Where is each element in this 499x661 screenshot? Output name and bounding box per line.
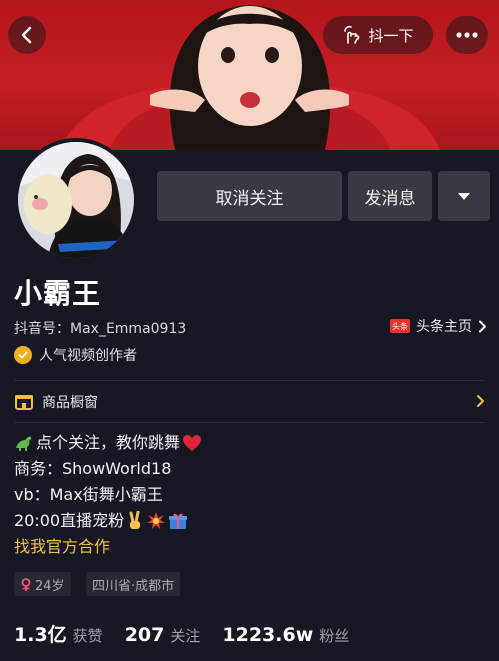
age-label: 24岁 — [35, 578, 65, 594]
shop-window-icon — [15, 395, 33, 410]
product-showcase-link[interactable]: 商品橱窗 — [14, 386, 485, 418]
bio-line: vb：Max街舞小霸王 — [14, 485, 163, 504]
bio-line: 商务：ShowWorld18 — [14, 459, 172, 478]
chevron-right-icon — [479, 320, 486, 332]
age-tag: 24岁 — [14, 572, 71, 596]
followers-count[interactable]: 1223.6w — [222, 624, 313, 646]
likes-label: 获赞 — [72, 627, 103, 645]
likes-count: 1.3亿 — [14, 624, 67, 646]
toutiao-logo-icon: 头条 — [390, 319, 410, 333]
certification-label: 人气视频创作者 — [39, 348, 137, 364]
red-heart-emoji-icon — [183, 435, 202, 451]
gift-emoji-icon — [169, 513, 188, 529]
following-count[interactable]: 207 — [125, 624, 165, 646]
toutiao-label: 头条主页 — [416, 319, 472, 335]
divider — [14, 380, 485, 381]
recommend-dropdown-button[interactable] — [438, 171, 490, 221]
more-button[interactable] — [446, 16, 488, 54]
female-icon — [21, 577, 31, 591]
bio: 点个关注，教你跳舞 商务：ShowWorld18 vb：Max街舞小霸王 20:… — [14, 430, 202, 560]
victory-hand-emoji-icon — [129, 511, 141, 529]
shake-button[interactable]: 抖一下 — [323, 16, 433, 54]
douyin-id: 抖音号：Max_Emma0913 — [14, 321, 187, 337]
avatar-image — [18, 142, 134, 258]
dinosaur-emoji-icon — [16, 436, 32, 451]
unfollow-button[interactable]: 取消关注 — [157, 171, 342, 221]
chevron-left-icon — [21, 26, 32, 44]
verified-check-icon — [14, 346, 32, 364]
chevron-right-icon — [477, 395, 484, 407]
triangle-down-icon — [458, 192, 470, 200]
bio-line: 点个关注，教你跳舞 — [14, 430, 202, 456]
shop-label: 商品橱窗 — [42, 395, 98, 411]
back-button[interactable] — [8, 16, 46, 54]
shake-label: 抖一下 — [368, 26, 414, 45]
profile-stats: 1.3亿 获赞 207 关注 1223.6w 粉丝 — [14, 620, 371, 647]
bio-text: 点个关注，教你跳舞 — [36, 433, 181, 452]
avatar[interactable] — [14, 138, 138, 262]
following-label[interactable]: 关注 — [170, 625, 200, 646]
official-cooperation-link[interactable]: 找我官方合作 — [14, 534, 202, 560]
send-message-button[interactable]: 发消息 — [348, 171, 432, 221]
certification-row: 人气视频创作者 — [14, 345, 137, 365]
profile-cover-photo: 抖一下 — [0, 0, 499, 150]
bio-line: 20:00直播宠粉 — [14, 508, 202, 534]
nickname: 小霸王 — [14, 277, 102, 310]
more-dots-icon — [456, 32, 478, 38]
divider — [14, 422, 485, 423]
followers-label[interactable]: 粉丝 — [319, 625, 349, 646]
explosion-emoji-icon — [147, 512, 166, 529]
toutiao-homepage-link[interactable]: 头条 头条主页 — [390, 316, 487, 336]
hand-tap-icon — [344, 25, 360, 44]
bio-text: 20:00直播宠粉 — [14, 511, 125, 530]
location-tag: 四川省·成都市 — [86, 572, 181, 596]
